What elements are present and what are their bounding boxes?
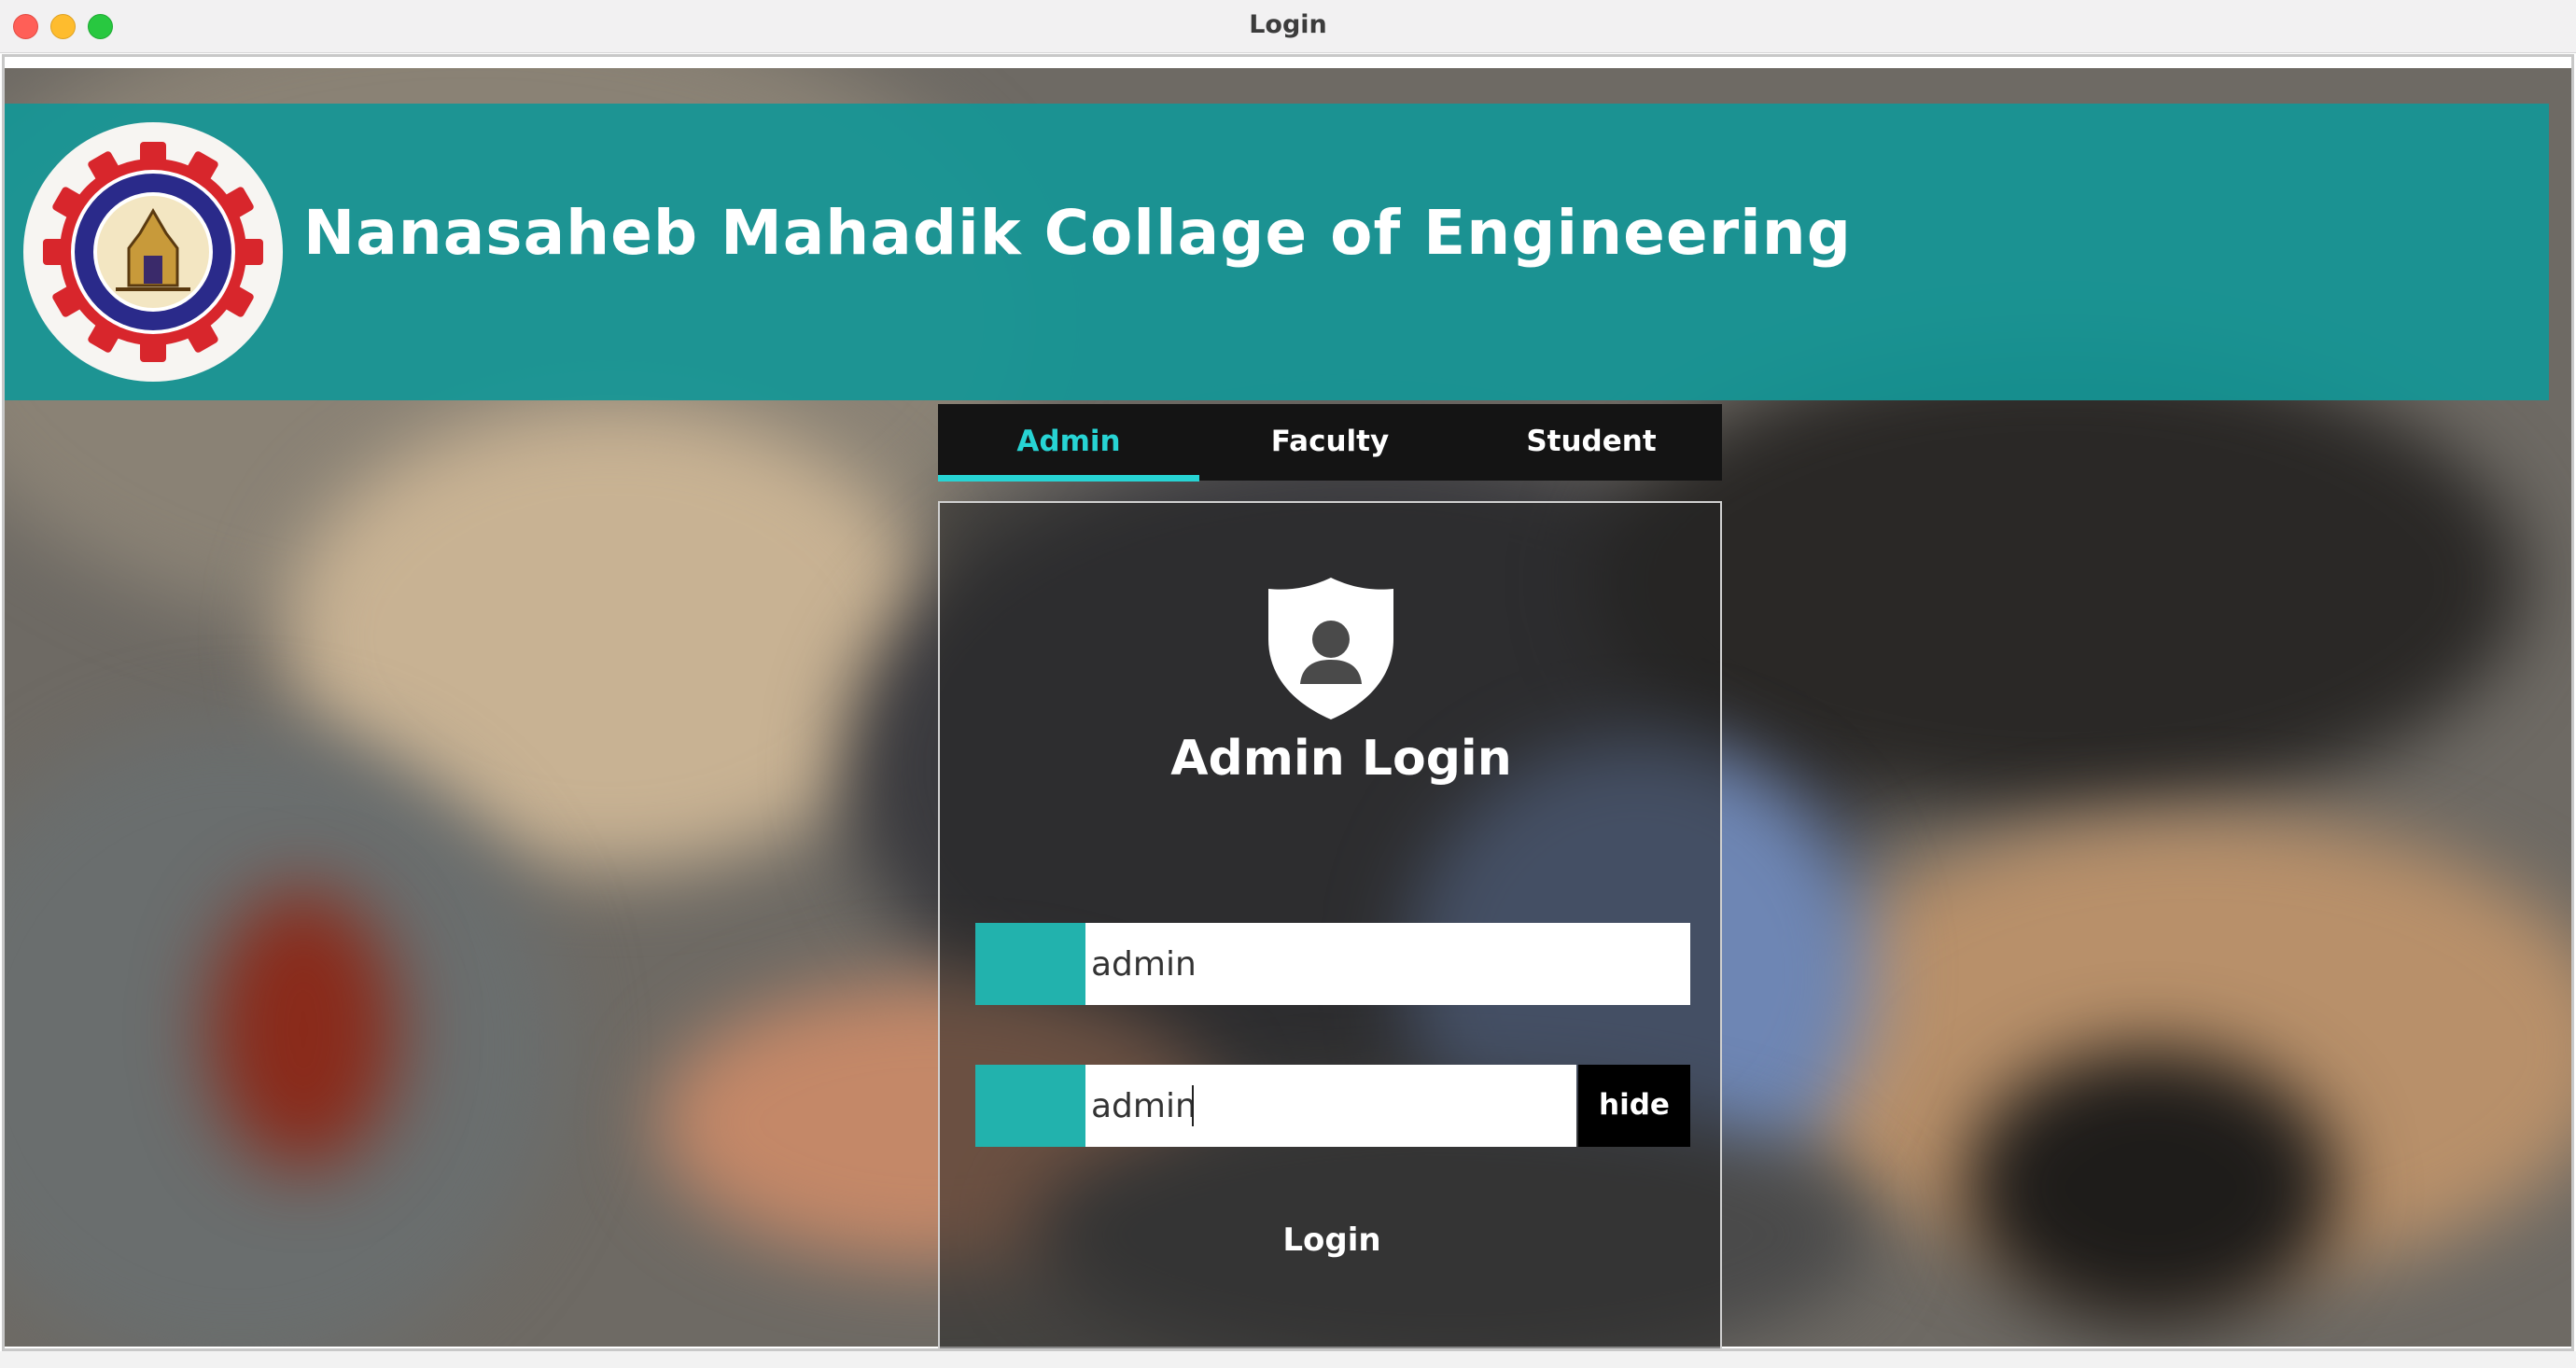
panel-title: Admin Login <box>1170 731 1512 787</box>
password-field: hide <box>975 1065 1690 1147</box>
window-title: Login <box>1249 10 1327 39</box>
username-field-icon-area <box>975 923 1085 1005</box>
content-frame: Nanasaheb Mahadik Collage of Engineering… <box>2 54 2574 1351</box>
college-name: Nanasaheb Mahadik Collage of Engineering <box>303 197 1852 269</box>
hide-password-button[interactable]: hide <box>1578 1065 1690 1147</box>
login-button[interactable]: Login <box>1192 1184 1472 1296</box>
tab-student[interactable]: Student <box>1461 404 1722 481</box>
title-bar: Login <box>0 0 2576 53</box>
username-input[interactable] <box>1091 923 1679 1005</box>
username-field <box>975 923 1690 1005</box>
active-tab-indicator <box>938 475 1199 482</box>
text-caret <box>1192 1085 1194 1126</box>
password-field-icon-area <box>975 1065 1085 1147</box>
shield-user-icon <box>1263 574 1399 723</box>
window-bottom-edge <box>0 1351 2576 1368</box>
login-window: Login Nanasaheb Mahadik Collage of Engin… <box>0 0 2576 1368</box>
login-role-tabs: Admin Faculty Student <box>938 404 1722 482</box>
login-panel: Admin Login hide Login <box>938 501 1722 1348</box>
college-seal-icon <box>23 122 283 382</box>
password-input[interactable] <box>1091 1065 1567 1147</box>
tab-admin[interactable]: Admin <box>938 404 1199 481</box>
tab-faculty[interactable]: Faculty <box>1199 404 1461 481</box>
